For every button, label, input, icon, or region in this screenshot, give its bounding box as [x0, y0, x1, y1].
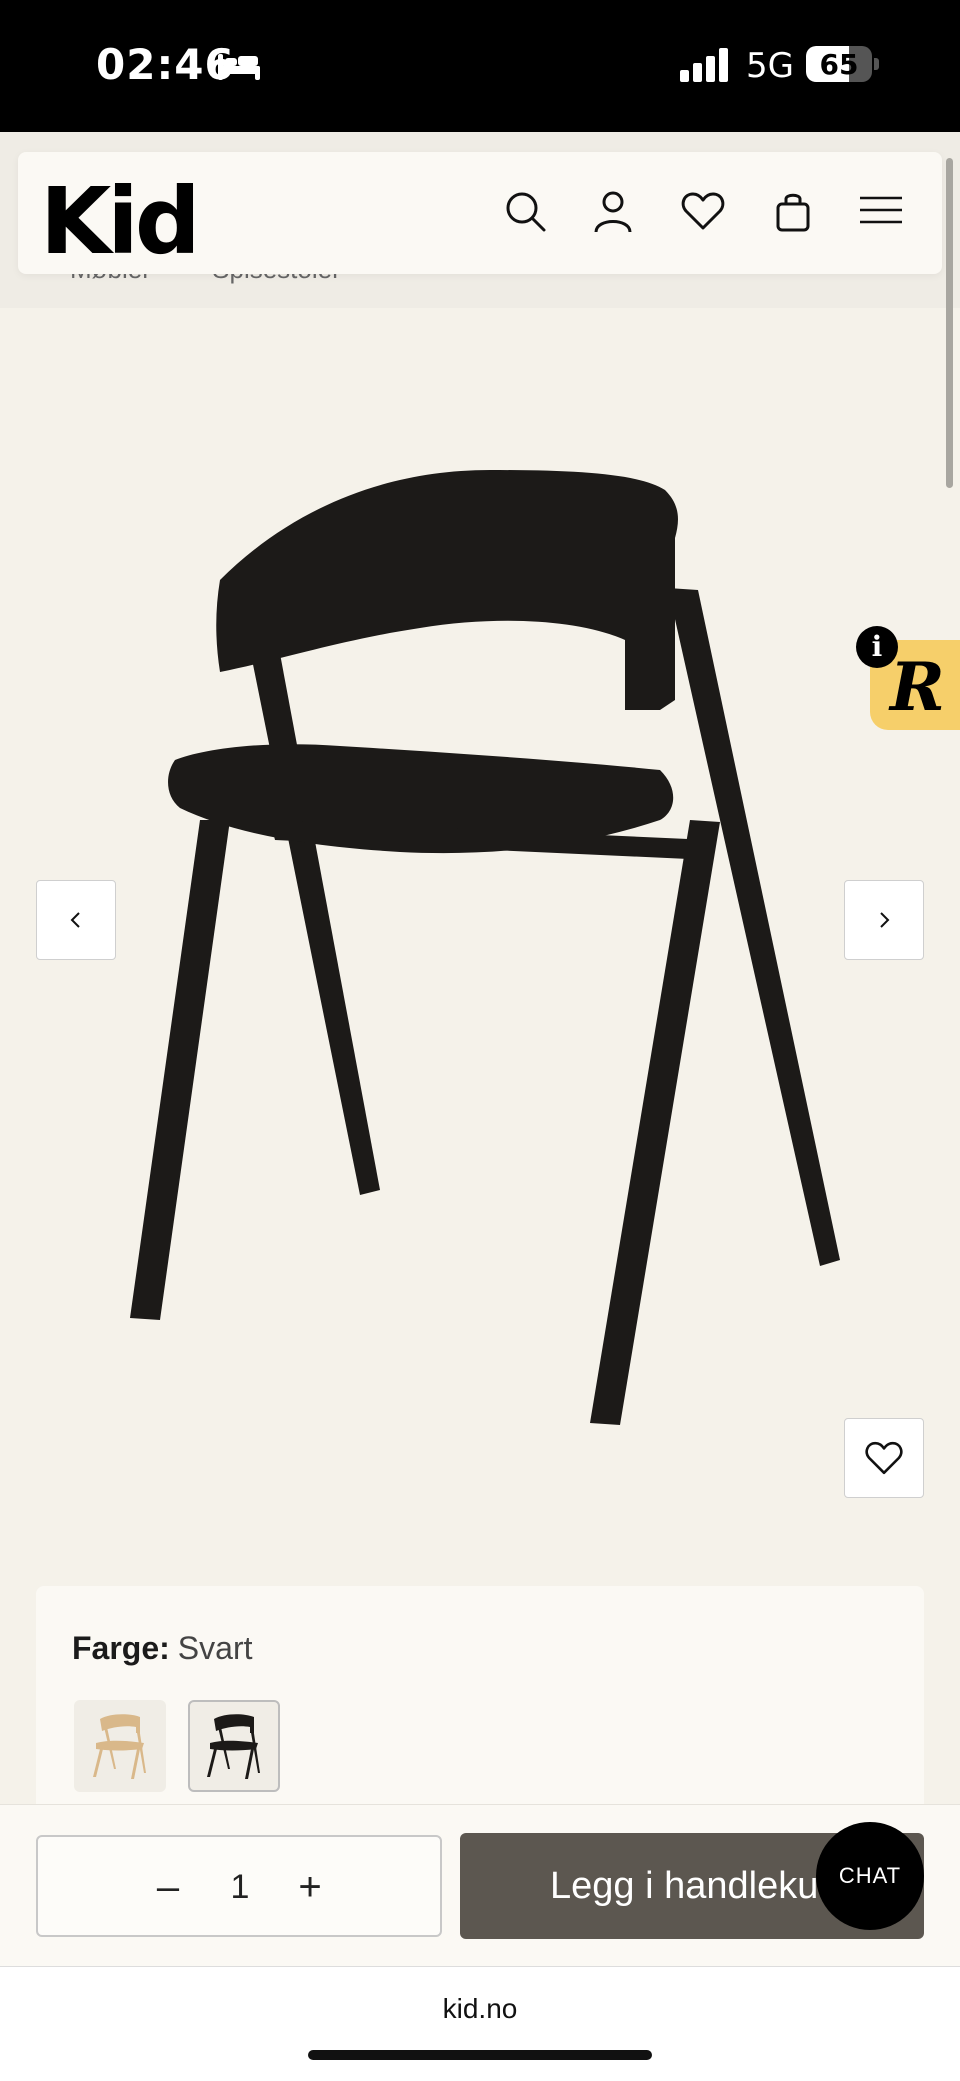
network-label: 5G [746, 46, 794, 86]
color-label-value: Svart [177, 1630, 253, 1666]
reviews-logo[interactable]: R [890, 648, 945, 726]
chair-thumbnail-oak [93, 1714, 146, 1779]
color-label-key: Farge: [72, 1630, 170, 1666]
status-time: 02:46 [96, 40, 235, 89]
search-icon[interactable] [502, 188, 548, 234]
chevron-left-icon [70, 912, 80, 928]
browser-url-bar[interactable]: kid.no [0, 1966, 960, 2081]
bed-icon [218, 54, 260, 80]
page-scrollbar[interactable] [946, 158, 953, 488]
chat-button[interactable]: CHAT [816, 1822, 924, 1930]
logo[interactable]: Kid [40, 168, 201, 275]
heart-icon[interactable] [680, 188, 726, 234]
bag-icon[interactable] [770, 188, 816, 234]
battery-tip [874, 58, 879, 70]
color-label: Farge: Svart [72, 1630, 252, 1667]
add-to-wishlist-button[interactable] [844, 1418, 924, 1498]
color-selector: Farge: Svart [36, 1586, 924, 1826]
home-indicator[interactable] [308, 2050, 652, 2060]
user-icon[interactable] [590, 188, 636, 234]
status-bar: 02:46 5G 65 [0, 0, 960, 132]
color-swatch-natural-oak[interactable] [74, 1700, 166, 1792]
chair-thumbnail-black [207, 1714, 260, 1779]
info-icon[interactable]: i [856, 626, 898, 668]
battery-text: 65 [819, 48, 859, 81]
url-text[interactable]: kid.no [0, 1993, 960, 2025]
chevron-right-icon [880, 912, 890, 928]
signal-icon [680, 48, 728, 82]
prev-image-button[interactable] [36, 880, 116, 960]
next-image-button[interactable] [844, 880, 924, 960]
quantity-stepper: – 1 + [36, 1835, 442, 1937]
heart-icon [865, 1441, 903, 1475]
quantity-decrease-button[interactable]: – [148, 1865, 188, 1909]
product-image-chair [130, 470, 840, 1425]
battery-indicator: 65 [806, 46, 872, 82]
quantity-value[interactable]: 1 [220, 1865, 260, 1909]
site-header: Kid [18, 152, 942, 275]
quantity-increase-button[interactable]: + [290, 1865, 330, 1909]
menu-icon[interactable] [858, 188, 904, 234]
color-swatch-black[interactable] [188, 1700, 280, 1792]
